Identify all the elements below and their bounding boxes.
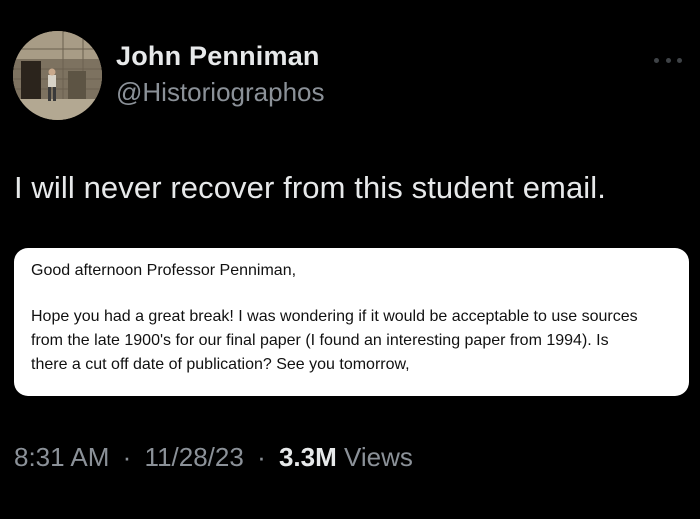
email-body: Hope you had a great break! I was wonder… xyxy=(31,305,673,377)
author-info: John Penniman @Historiographos xyxy=(116,38,324,110)
author-handle[interactable]: @Historiographos xyxy=(116,74,324,110)
avatar[interactable] xyxy=(13,31,102,120)
email-body-line: Hope you had a great break! I was wonder… xyxy=(31,308,638,325)
more-button[interactable] xyxy=(650,50,686,70)
tweet-time[interactable]: 8:31 AM xyxy=(14,442,109,472)
meta-separator: · xyxy=(257,442,266,472)
tweet-meta: 8:31 AM · 11/28/23 · 3.3M Views xyxy=(14,439,413,475)
email-body-line: there a cut off date of publication? See… xyxy=(31,356,410,373)
tweet: John Penniman @Historiographos I will ne… xyxy=(0,0,700,519)
views-label: Views xyxy=(344,442,413,472)
author-name[interactable]: John Penniman xyxy=(116,38,324,74)
profile-photo-icon xyxy=(13,31,102,120)
email-greeting: Good afternoon Professor Penniman, xyxy=(31,262,297,279)
tweet-text: I will never recover from this student e… xyxy=(14,170,606,205)
meta-separator: · xyxy=(122,442,132,472)
more-horizontal-icon xyxy=(677,57,682,63)
email-body-line: from the late 1900's for our final paper… xyxy=(31,332,609,349)
email-screenshot-card[interactable]: Good afternoon Professor Penniman, Hope … xyxy=(14,248,689,396)
more-horizontal-icon xyxy=(665,57,671,63)
more-horizontal-icon xyxy=(654,57,659,63)
tweet-date[interactable]: 11/28/23 xyxy=(145,442,244,472)
views-count[interactable]: 3.3M xyxy=(279,442,337,472)
